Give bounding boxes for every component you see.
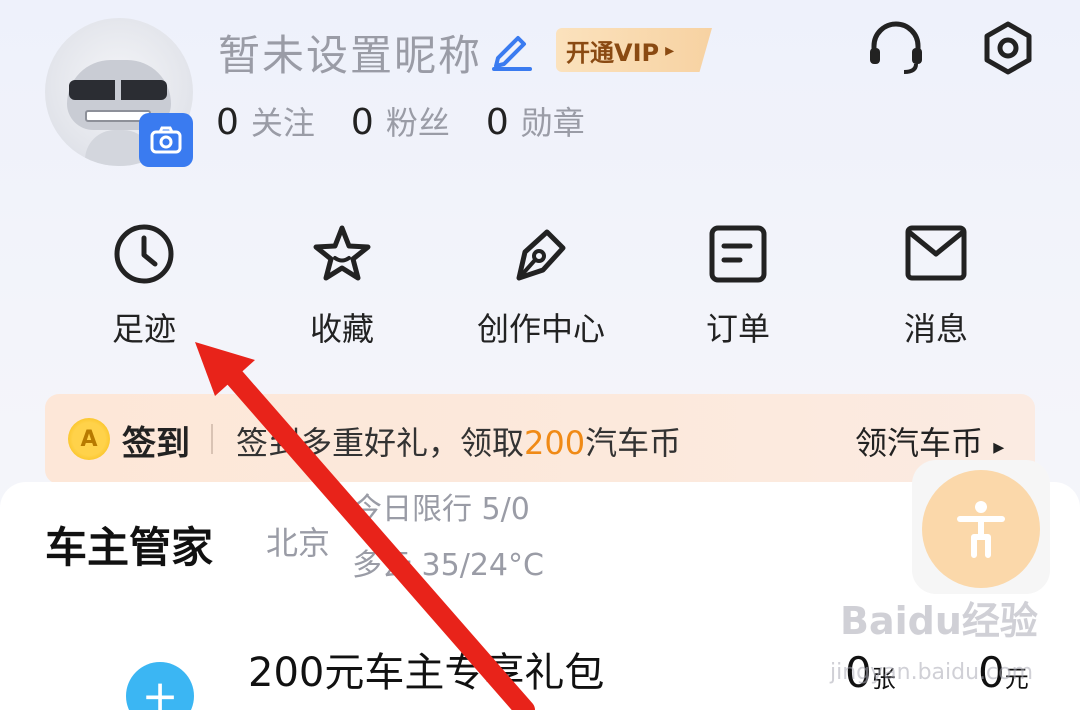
stat-medals[interactable]: 0 勋章: [486, 98, 585, 144]
vip-button[interactable]: 开通VIP ▸: [556, 28, 712, 72]
city-label[interactable]: 北京: [266, 518, 330, 564]
edit-icon[interactable]: [490, 28, 534, 72]
mail-icon: [905, 225, 967, 281]
order-icon: [709, 225, 767, 283]
chevron-right-icon: ▸: [993, 435, 1005, 460]
menu-item-messages[interactable]: 消息: [836, 222, 1036, 350]
traffic-limit: 今日限行 5/0: [352, 492, 530, 527]
get-coins-link[interactable]: 领汽车币 ▸: [855, 418, 1004, 464]
avatar-sunglasses: [69, 80, 167, 100]
stat-fans[interactable]: 0 粉丝: [351, 98, 450, 144]
stat-following[interactable]: 0 关注: [216, 98, 315, 144]
coin-icon: A: [68, 418, 110, 460]
nickname[interactable]: 暂未设置昵称: [218, 22, 482, 83]
checkin-title: 签到: [122, 424, 190, 464]
checkin-highlight: 200: [524, 424, 586, 462]
menu-item-creator-center[interactable]: 创作中心: [441, 222, 641, 350]
owner-title: 车主管家: [45, 523, 214, 572]
headset-icon[interactable]: [866, 20, 926, 76]
menu-item-history[interactable]: 足迹: [44, 222, 244, 350]
accessibility-icon: [957, 501, 1005, 558]
camera-button[interactable]: [139, 113, 193, 167]
watermark-logo: Baidu经验: [840, 599, 1038, 643]
menu-item-label: 创作中心: [476, 310, 605, 348]
vip-label: 开通VIP: [566, 38, 660, 67]
camera-icon: [150, 126, 182, 154]
profile-stats: 0 关注 0 粉丝 0 勋章: [216, 98, 585, 144]
clock-icon: [114, 224, 174, 284]
menu-item-label: 订单: [705, 310, 770, 348]
accessibility-button[interactable]: [922, 470, 1040, 588]
menu-item-orders[interactable]: 订单: [638, 222, 838, 350]
chevron-right-icon: ▸: [665, 39, 675, 61]
gear-icon[interactable]: [980, 20, 1036, 76]
gift-pack-title[interactable]: 200元车主专享礼包: [248, 640, 604, 698]
checkin-text: 签到多重好礼，领取200汽车币: [236, 424, 682, 462]
watermark-url: jingyan.baidu.com: [830, 660, 1034, 685]
weather: 多云 35/24°C: [352, 548, 544, 583]
star-icon: [313, 225, 371, 281]
pen-icon: [516, 229, 566, 281]
menu-item-favorites[interactable]: 收藏: [242, 222, 442, 350]
divider: [211, 424, 213, 454]
menu-item-label: 消息: [903, 310, 968, 348]
menu-item-label: 收藏: [309, 310, 374, 348]
menu-item-label: 足迹: [111, 310, 176, 348]
